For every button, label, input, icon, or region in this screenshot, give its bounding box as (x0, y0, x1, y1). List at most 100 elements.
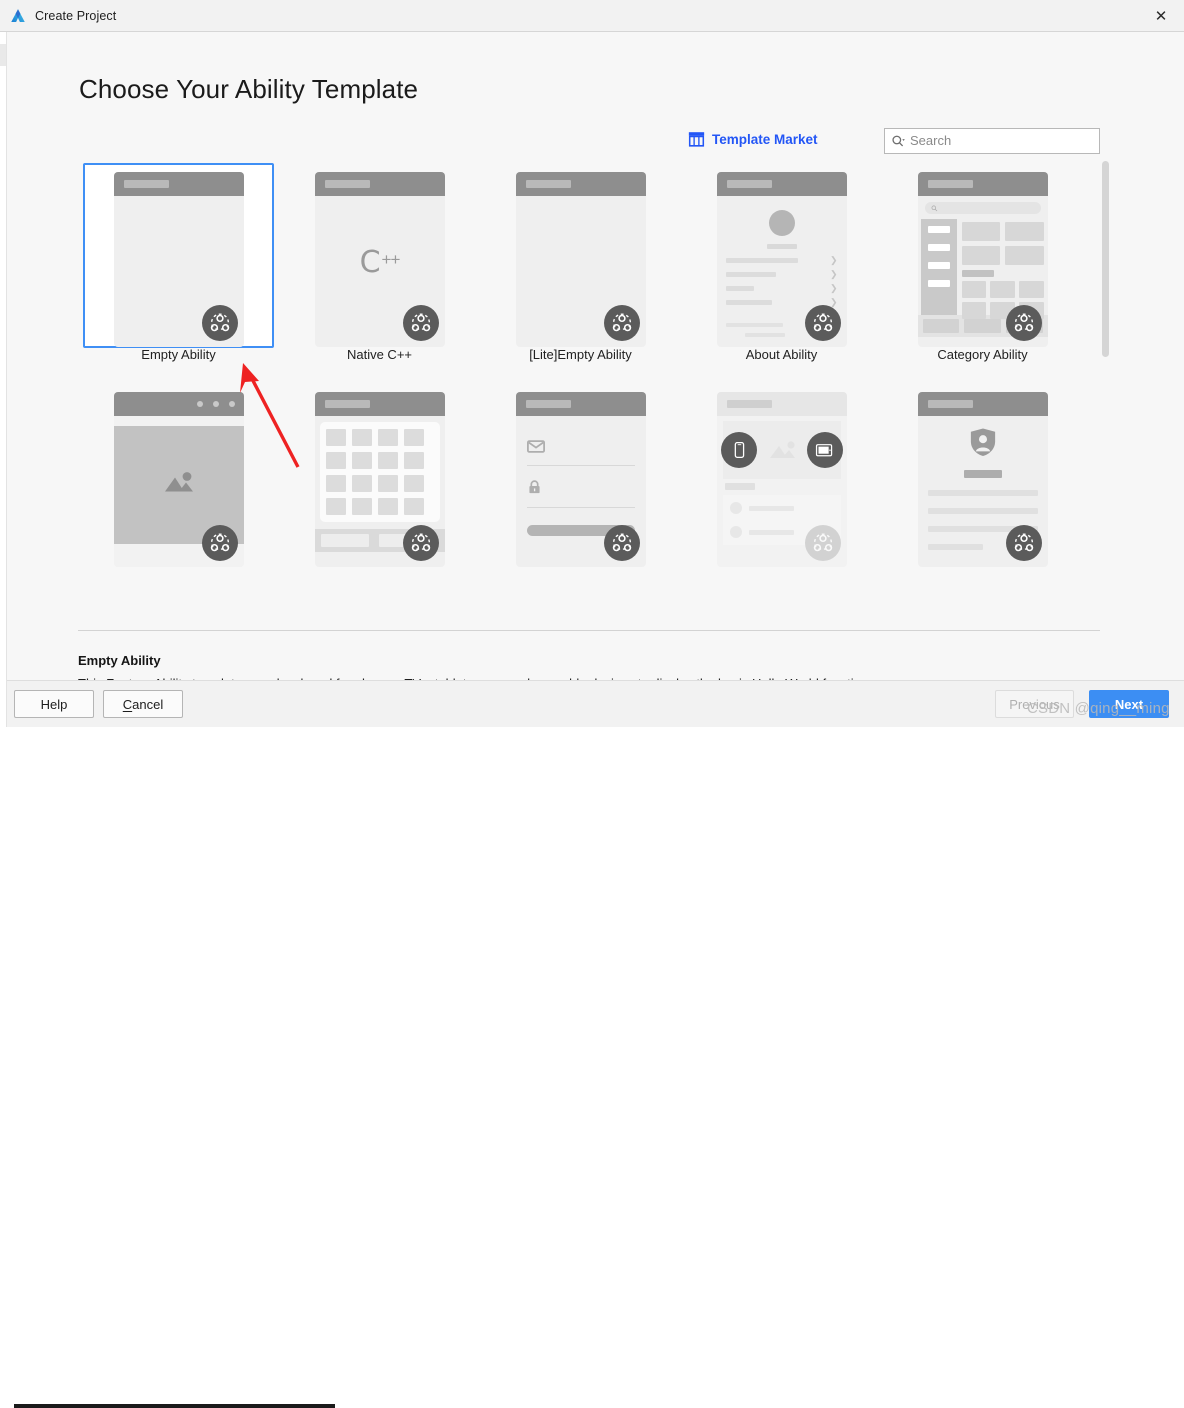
template-card-native-cpp[interactable]: C ++ Native C++ (279, 163, 480, 379)
mock-header (113, 172, 244, 196)
field-underline (526, 465, 635, 466)
mock-header (917, 392, 1048, 416)
list-item (729, 502, 834, 514)
chevron-right-icon: ❯ (829, 269, 838, 279)
tile-row (961, 222, 1044, 241)
template-thumb (83, 383, 274, 568)
mock-tag (724, 483, 755, 490)
mock-text-line (927, 544, 983, 550)
list-item: ❯ (717, 269, 847, 279)
help-button[interactable]: Help (14, 690, 94, 718)
sidebar-item (927, 244, 950, 251)
mock-header (515, 172, 646, 196)
template-thumb (887, 163, 1078, 348)
search-input[interactable] (910, 129, 1090, 153)
envelope-icon (526, 440, 545, 453)
cancel-button[interactable]: Cancel (103, 690, 183, 718)
mock-header-pill (927, 400, 973, 408)
list-item: ❯ (717, 283, 847, 293)
template-card-label: Category Ability (937, 347, 1028, 362)
template-card-login-ability[interactable] (480, 383, 681, 593)
lock-icon (528, 480, 540, 494)
mock-phone (917, 172, 1048, 347)
password-field-mock (526, 480, 635, 508)
sidebar-item (927, 280, 950, 287)
sidebar-item (927, 262, 950, 269)
watermark: CSDN @qing__ming (1027, 700, 1170, 717)
template-thumb (485, 163, 676, 348)
harmony-badge-icon (804, 305, 841, 341)
scrollbar-thumb[interactable] (1102, 161, 1109, 357)
chevron-right-icon: ❯ (829, 283, 838, 293)
tile-row (961, 246, 1044, 265)
mock-subheader (113, 416, 244, 426)
template-market-label: Template Market (712, 131, 818, 147)
template-card-privacy-ability[interactable] (882, 383, 1083, 593)
search-icon (931, 205, 937, 211)
divider (78, 630, 1100, 631)
chevron-right-icon: ❯ (829, 255, 838, 265)
harmony-badge-icon (201, 305, 238, 341)
row-bar (725, 286, 754, 291)
search-dropdown-icon[interactable] (891, 134, 906, 149)
footer-bar (744, 333, 785, 337)
footer-bar (725, 323, 783, 327)
mock-header-pill (324, 400, 370, 408)
harmony-badge-icon (402, 525, 439, 561)
mock-header (515, 392, 646, 416)
mock-header-pill (726, 400, 772, 408)
mock-header-pill (324, 180, 370, 188)
mock-search-field (924, 202, 1041, 214)
search-box[interactable] (884, 128, 1100, 154)
template-card-label: [Lite]Empty Ability (529, 347, 632, 362)
template-card-about-ability[interactable]: ❯ ❯ ❯ ❯ About Ability (681, 163, 882, 379)
section-tag (961, 270, 994, 277)
mock-header (716, 172, 847, 196)
mock-phone: C ++ (314, 172, 445, 347)
mock-phone (113, 392, 244, 567)
mock-phone (515, 172, 646, 347)
close-icon[interactable]: ✕ (1138, 0, 1184, 31)
shield-user-icon (918, 427, 1048, 462)
deveco-logo-icon (9, 7, 27, 25)
avatar-placeholder (768, 210, 795, 236)
mock-title-bar (963, 470, 1002, 478)
page-title: Choose Your Ability Template (79, 74, 419, 104)
row-bar (725, 258, 798, 263)
template-grid: Empty Ability C ++ Native C++ [Lite]Empt… (78, 160, 1090, 593)
template-card-label: Empty Ability (141, 347, 216, 362)
template-card-category-ability[interactable]: Category Ability (882, 163, 1083, 379)
mock-phone (917, 392, 1048, 567)
field-underline (526, 507, 635, 508)
dialog-footer: Help Cancel Previous Next (7, 680, 1184, 1408)
template-market-link[interactable]: Template Market (688, 131, 818, 147)
phone-device-icon (720, 432, 757, 468)
mock-header (716, 392, 847, 416)
template-card-label: About Ability (745, 347, 818, 362)
mock-keypad (319, 422, 440, 522)
window-left-edge (0, 32, 7, 727)
row-bar (725, 300, 772, 305)
harmony-badge-icon (1005, 525, 1042, 561)
template-grid-viewport: Empty Ability C ++ Native C++ [Lite]Empt… (78, 160, 1100, 593)
template-card-lite-empty-ability[interactable]: [Lite]Empty Ability (480, 163, 681, 379)
template-thumb (686, 383, 877, 568)
template-card-multi-device-ability[interactable] (681, 383, 882, 593)
mock-phone (113, 172, 244, 347)
mock-header-pill (123, 180, 169, 188)
mock-header-pill (525, 400, 571, 408)
window-left-edge-accent (0, 44, 6, 66)
template-grid-scrollbar[interactable] (1101, 160, 1110, 593)
harmony-badge-icon (603, 305, 640, 341)
cancel-button-rest: ancel (132, 696, 164, 712)
harmony-badge-icon (1005, 305, 1042, 341)
template-card-grid-ability[interactable] (279, 383, 480, 593)
mock-sidebar (920, 219, 957, 315)
cpp-glyph-icon: C ++ (359, 245, 401, 280)
mock-text-line (927, 490, 1038, 496)
template-card-gallery-ability[interactable] (78, 383, 279, 593)
mock-phone (515, 392, 646, 567)
window-title: Create Project (35, 8, 117, 23)
mock-header-pill (927, 180, 973, 188)
template-card-empty-ability[interactable]: Empty Ability (78, 163, 279, 379)
